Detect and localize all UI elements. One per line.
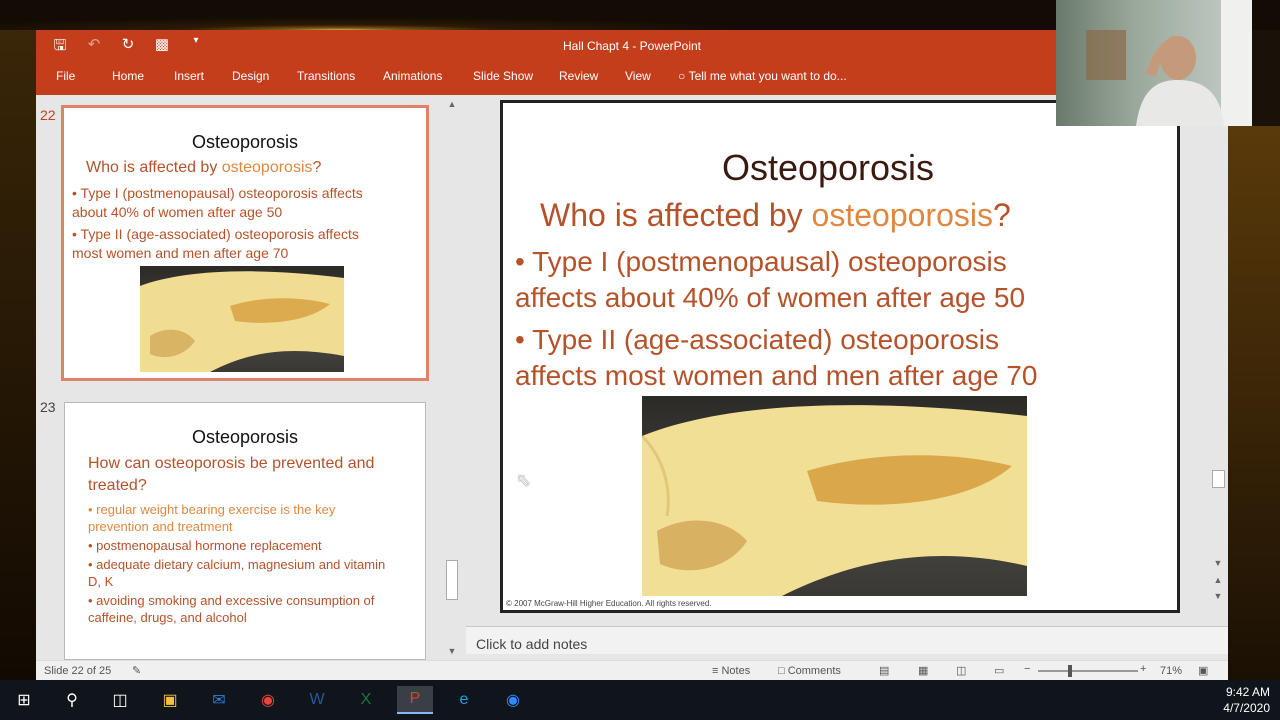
slide-copyright: © 2007 McGraw-Hill Higher Education. All… — [506, 599, 712, 608]
desktop-wallpaper-left — [0, 30, 36, 680]
thumbnail-number: 23 — [40, 399, 56, 415]
slide-bullet-2: • Type II (age-associated) osteoporosis … — [515, 324, 1038, 391]
outlook-icon[interactable]: ✉ — [201, 686, 237, 714]
zoom-app-icon[interactable]: ◉ — [495, 686, 531, 714]
start-icon[interactable]: ⊞ — [6, 686, 42, 714]
tab-animations[interactable]: Animations — [383, 69, 442, 83]
notes-pane[interactable]: Click to add notes — [466, 626, 1228, 654]
fit-to-window-icon[interactable]: ▣ — [1198, 664, 1208, 677]
window-title: Hall Chapt 4 - PowerPoint — [562, 39, 702, 53]
thumbnail-scrollbar[interactable]: ▲ ▼ — [444, 95, 460, 660]
chrome-icon[interactable]: ◉ — [250, 686, 286, 714]
tab-home[interactable]: Home — [112, 69, 144, 83]
slide-thumbnail-22[interactable]: Osteoporosis Who is affected by osteopor… — [61, 105, 429, 381]
comments-toggle[interactable]: □ Comments — [778, 665, 841, 677]
thumbnail-bullet: • Type II (age-associated) osteoporosis … — [72, 226, 359, 261]
powerpoint-icon[interactable]: P — [397, 686, 433, 714]
slide-indicator: Slide 22 of 25 — [44, 665, 112, 677]
thumbnail-bullet: • postmenopausal hormone replacement — [88, 538, 322, 553]
thumbnail-bullet: • regular weight bearing exercise is the… — [88, 502, 336, 534]
thumbnail-title: Osteoporosis — [191, 132, 299, 152]
comment-icon: □ — [778, 665, 788, 677]
tab-review[interactable]: Review — [559, 69, 598, 83]
ribbon-tabs: File Home Insert Design Transitions Anim… — [36, 62, 1228, 95]
bone-image-thumbnail — [140, 266, 344, 372]
scroll-down-icon[interactable]: ▼ — [445, 644, 459, 658]
notes-placeholder: Click to add notes — [476, 636, 588, 652]
thumbnail-subtitle: Who is affected by osteoporosis? — [86, 159, 322, 176]
excel-icon[interactable]: X — [348, 686, 384, 714]
thumbnail-number: 22 — [40, 107, 56, 123]
scroll-down-icon[interactable]: ▼ — [1211, 556, 1225, 570]
mouse-cursor-icon: ⬁ — [516, 470, 532, 490]
slide-thumbnail-pane: 22 Osteoporosis Who is affected by osteo… — [36, 95, 466, 660]
search-icon[interactable]: ⚲ — [54, 686, 90, 714]
tab-insert[interactable]: Insert — [174, 69, 204, 83]
tab-file[interactable]: File — [56, 69, 75, 83]
slide-show-icon[interactable]: ▭ — [994, 664, 1004, 677]
bone-image — [642, 396, 1027, 596]
clock-time: 9:42 AM — [1225, 685, 1270, 699]
webcam-video — [1056, 0, 1252, 126]
thumbnail-title: Osteoporosis — [191, 427, 299, 447]
normal-view-icon[interactable]: ▤ — [879, 664, 889, 677]
current-slide[interactable]: Osteoporosis Who is affected by osteopor… — [500, 100, 1180, 613]
next-slide-icon[interactable]: ▼ — [1211, 589, 1225, 603]
slide-bullet-1: • Type I (postmenopausal) osteoporosis a… — [515, 246, 1026, 313]
reading-view-icon[interactable]: ◫ — [956, 664, 966, 677]
tab-transitions[interactable]: Transitions — [297, 69, 355, 83]
thumbnail-bullet: • avoiding smoking and excessive consump… — [88, 593, 375, 625]
zoom-out-icon[interactable]: − — [1024, 663, 1030, 675]
clock-date: 4/7/2020 — [1223, 701, 1270, 715]
tab-view[interactable]: View — [625, 69, 651, 83]
thumbnail-bullet: • Type I (postmenopausal) osteoporosis a… — [72, 185, 363, 220]
task-view-icon[interactable]: ◫ — [102, 686, 138, 714]
previous-slide-icon[interactable]: ▲ — [1211, 573, 1225, 587]
slide-title: Osteoporosis — [721, 147, 935, 188]
desktop-wallpaper-right — [1228, 126, 1280, 680]
slide-scrollbar[interactable]: ▼ ▲ ▼ — [1210, 95, 1226, 655]
tab-slide-show[interactable]: Slide Show — [473, 69, 533, 83]
notes-toggle[interactable]: ≡ Notes — [712, 665, 750, 677]
scrollbar-thumb[interactable] — [1212, 470, 1225, 488]
windows-taskbar: ⊞ ⚲ ◫ ▣ ✉ ◉ W X P e ◉ 9:42 AM 4/7/2020 — [0, 680, 1280, 720]
file-explorer-icon[interactable]: ▣ — [152, 686, 188, 714]
slide-subtitle: Who is affected by osteoporosis? — [540, 197, 1011, 233]
thumbnail-bullet: • adequate dietary calcium, magnesium an… — [88, 557, 386, 589]
word-icon[interactable]: W — [299, 686, 335, 714]
status-bar: Slide 22 of 25 ✎ ≡ Notes □ Comments ▤ ▦ … — [36, 660, 1228, 680]
tell-me-box[interactable]: ○ Tell me what you want to do... — [678, 69, 847, 83]
scroll-up-icon[interactable]: ▲ — [445, 97, 459, 111]
zoom-slider-thumb[interactable] — [1068, 665, 1072, 677]
internet-explorer-icon[interactable]: e — [446, 686, 482, 714]
zoom-in-icon[interactable]: + — [1140, 663, 1146, 675]
system-clock[interactable]: 9:42 AM 4/7/2020 — [1223, 684, 1270, 716]
powerpoint-window: 🖫 ↶ ↻ ▩ ▾ Hall Chapt 4 - PowerPoint File… — [36, 30, 1228, 680]
tab-design[interactable]: Design — [232, 69, 269, 83]
zoom-slider[interactable] — [1038, 665, 1138, 677]
lightbulb-icon: ○ — [678, 69, 689, 83]
thumbnail-subtitle: How can osteoporosis be prevented and tr… — [88, 455, 375, 494]
spell-check-icon[interactable]: ✎ — [132, 664, 141, 677]
title-bar: 🖫 ↶ ↻ ▩ ▾ Hall Chapt 4 - PowerPoint — [36, 30, 1228, 62]
scrollbar-thumb[interactable] — [446, 560, 458, 600]
slide-thumbnail-23[interactable]: Osteoporosis How can osteoporosis be pre… — [64, 402, 426, 660]
slide-sorter-icon[interactable]: ▦ — [918, 664, 928, 677]
zoom-level[interactable]: 71% — [1160, 665, 1182, 677]
